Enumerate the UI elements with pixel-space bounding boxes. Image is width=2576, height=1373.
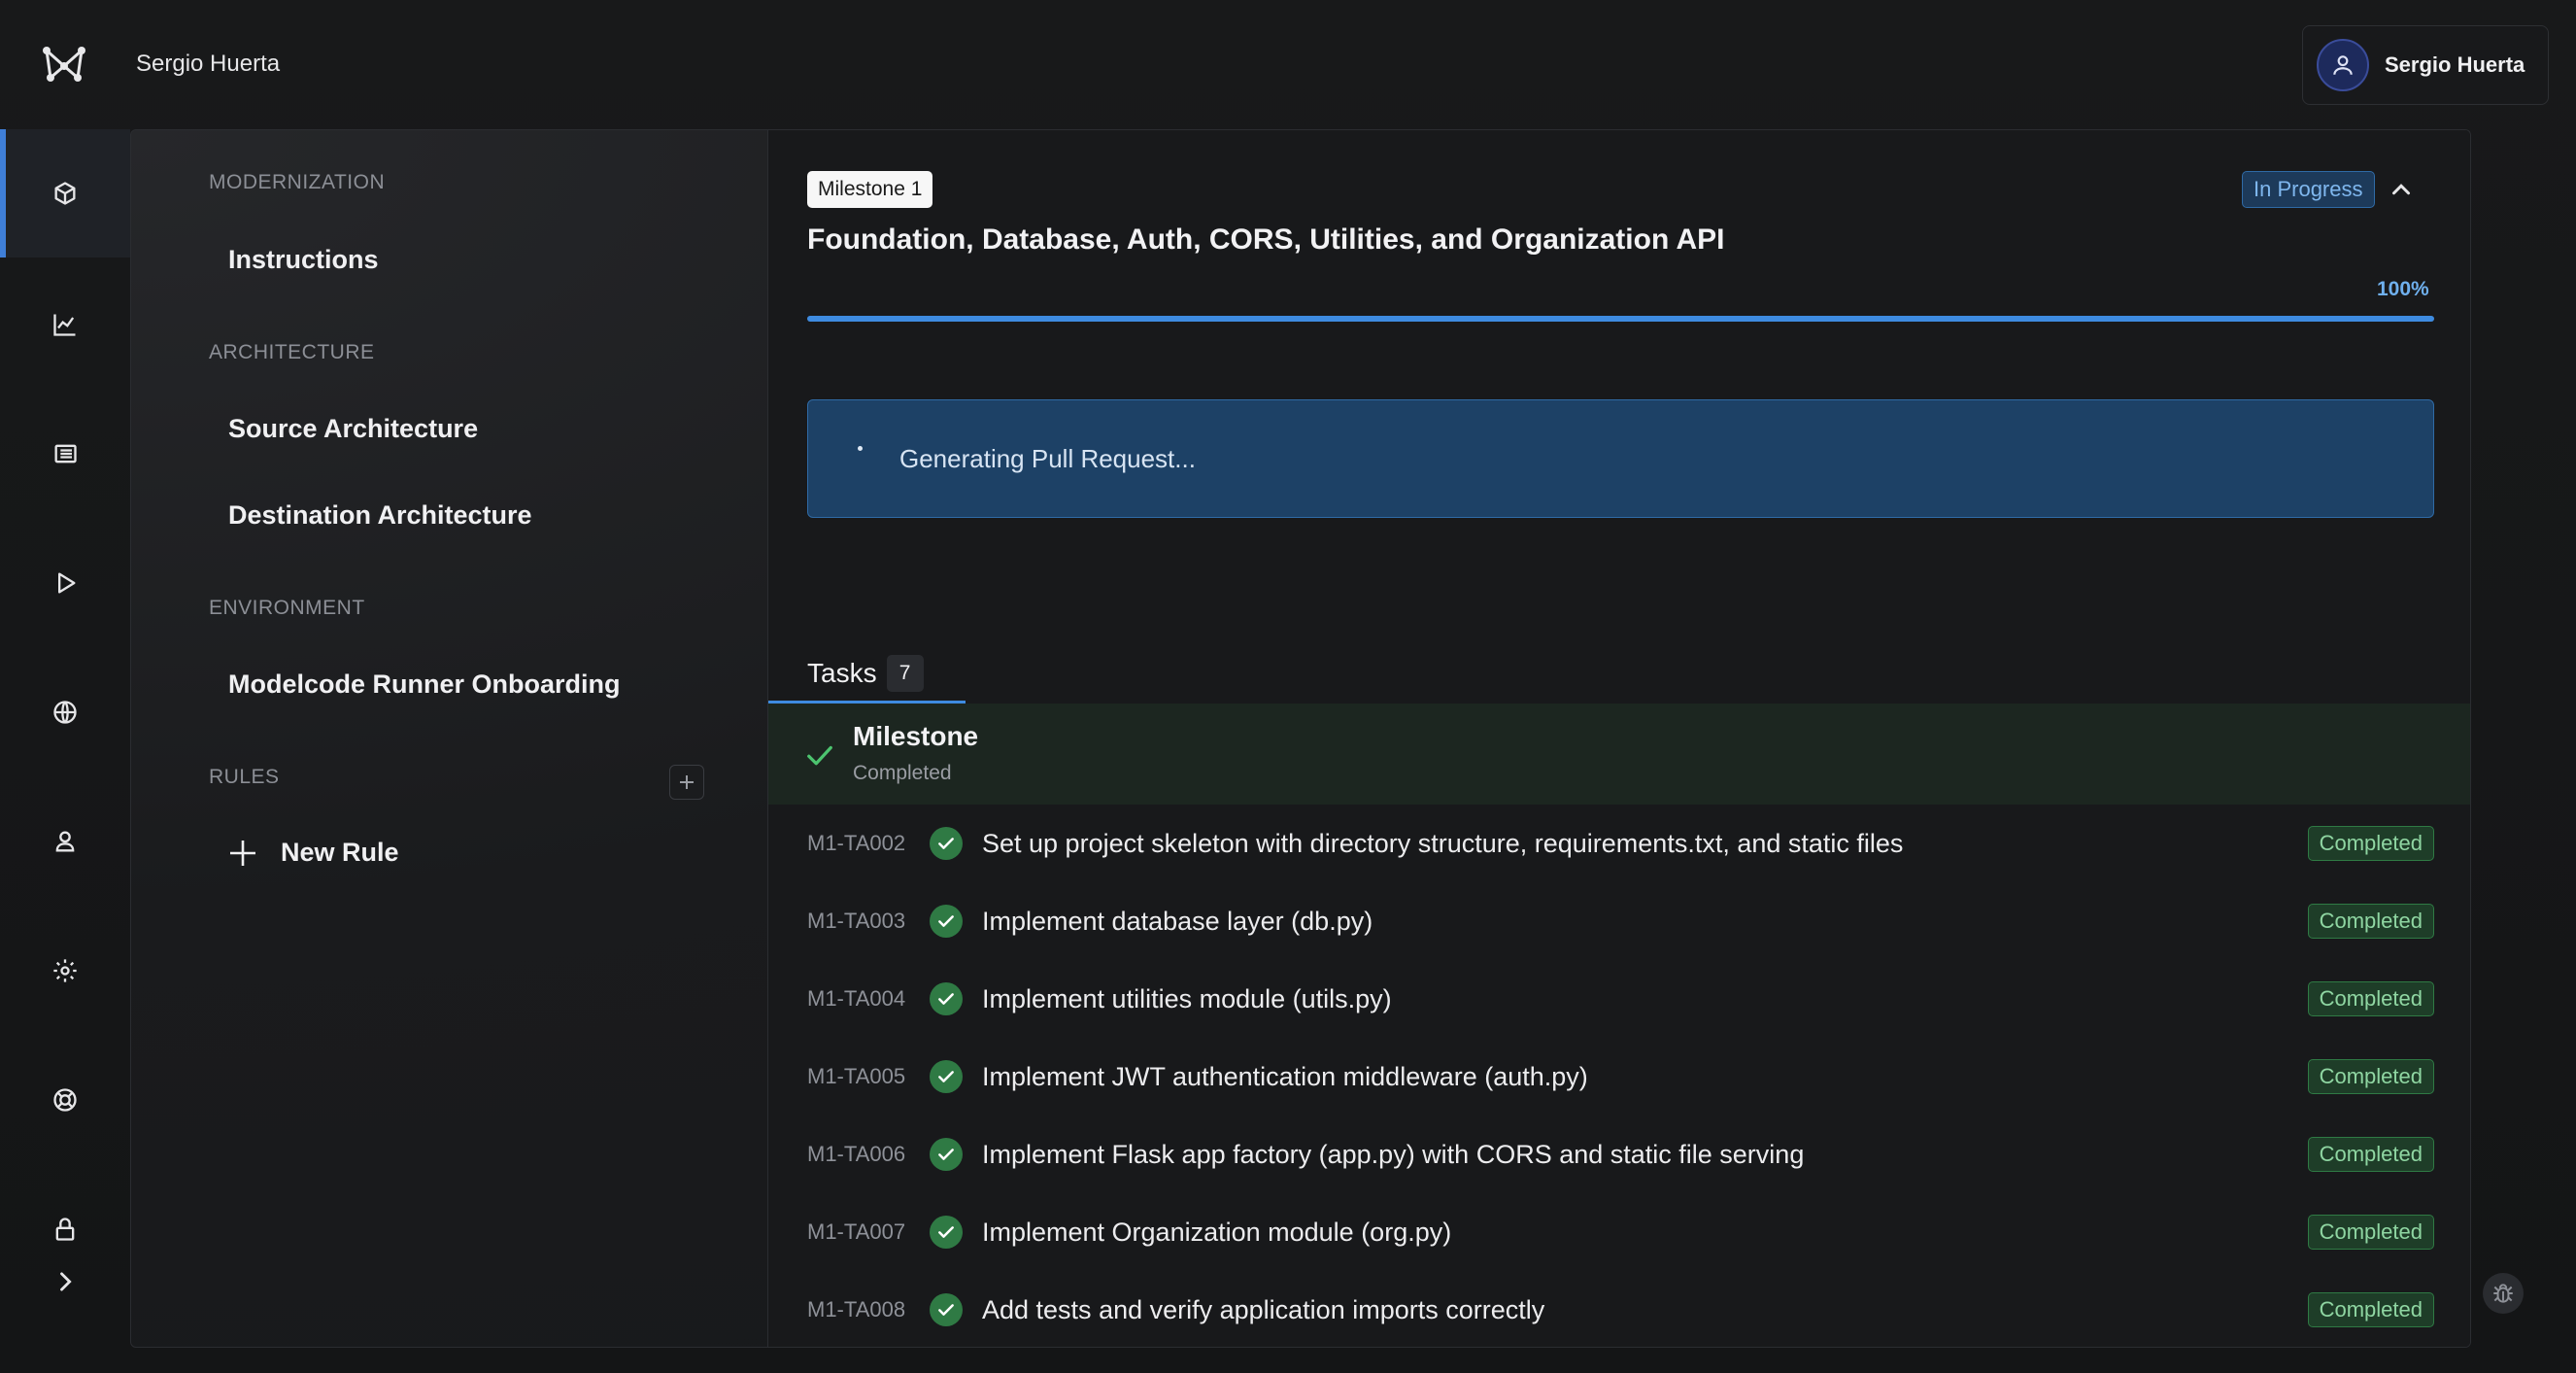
task-row[interactable]: M1-TA008 Add tests and verify application… [768,1271,2470,1347]
lock-icon [55,1218,75,1241]
nav-rail [0,129,130,1373]
nav-run[interactable] [0,519,130,647]
nav-environments[interactable] [0,648,130,776]
bug-report-button[interactable] [2483,1273,2524,1314]
check-circle-icon [930,1138,963,1171]
list-icon [54,444,77,463]
secondary-sidebar: MODERNIZATION Instructions ARCHITECTURE … [131,130,767,1347]
task-title: Implement utilities module (utils.py) [982,983,1392,1013]
plus-icon [230,840,255,866]
users-icon [55,831,75,852]
progress-bar [807,316,2434,322]
avatar [2317,39,2369,91]
plus-icon [680,775,694,789]
tab-tasks[interactable]: Tasks 7 [768,645,966,704]
status-badge: In Progress [2242,171,2375,208]
user-menu-button[interactable]: Sergio Huerta [2302,25,2549,105]
task-id: M1-TA004 [807,986,906,1011]
globe-icon [53,701,77,724]
app-root: Sergio Huerta Sergio Huerta MODERNIZATIO… [0,0,2576,1373]
user-name: Sergio Huerta [2385,52,2525,77]
logo-icon[interactable] [41,43,87,86]
status-badge: Completed [2307,1292,2434,1327]
sidebar-item-destination-architecture[interactable]: Destination Architecture [228,500,532,531]
nav-analytics[interactable] [0,260,130,389]
task-row[interactable]: M1-TA005 Implement JWT authentication mid… [768,1038,2470,1116]
task-id: M1-TA003 [807,909,906,933]
status-badge: Completed [2307,904,2434,939]
section-modernization: MODERNIZATION [209,171,386,193]
section-architecture: ARCHITECTURE [209,341,375,363]
check-circle-icon [930,905,963,938]
task-title: Implement JWT authentication middleware … [982,1061,1588,1091]
sidebar-item-source-architecture[interactable]: Source Architecture [228,414,478,444]
task-title: Add tests and verify application imports… [982,1294,1545,1324]
new-rule-label: New Rule [281,838,399,867]
status-badge: Completed [2307,981,2434,1016]
milestone-badge: Milestone 1 [807,171,933,208]
chevron-up-icon[interactable] [2387,175,2416,204]
sidebar-item-runner-onboarding[interactable]: Modelcode Runner Onboarding [228,669,621,700]
check-icon [807,745,832,766]
check-circle-icon [930,827,963,860]
main-frame: MODERNIZATION Instructions ARCHITECTURE … [130,129,2471,1348]
sidebar-item-instructions[interactable]: Instructions [228,245,379,275]
task-row[interactable]: M1-TA003 Implement database layer (db.py)… [768,882,2470,960]
nav-team[interactable] [0,777,130,906]
status-badge: Completed [2307,1215,2434,1250]
task-count-badge: 7 [886,654,924,692]
check-circle-icon [930,1293,963,1326]
nav-modernization[interactable] [0,129,130,257]
add-rule-button[interactable] [669,765,704,800]
box-icon [54,182,76,205]
progress-label: 100% [2377,278,2429,300]
play-icon [58,572,76,594]
milestone-row-status: Completed [853,762,952,784]
check-circle-icon [930,1216,963,1249]
org-name: Sergio Huerta [136,51,281,77]
task-id: M1-TA002 [807,831,906,855]
tab-label: Tasks [807,657,877,688]
task-id: M1-TA007 [807,1219,906,1244]
spinner-icon [858,446,863,451]
bug-icon [2493,1284,2513,1303]
chart-icon [53,314,76,336]
pr-status-text: Generating Pull Request... [899,444,1196,473]
nav-documents[interactable] [0,390,130,518]
nav-settings[interactable] [0,907,130,1035]
status-badge: Completed [2307,1059,2434,1094]
lifebuoy-icon [53,1088,77,1112]
status-badge: Completed [2307,1137,2434,1172]
task-id: M1-TA005 [807,1064,906,1088]
task-row[interactable]: M1-TA007 Implement Organization module (o… [768,1193,2470,1271]
task-title: Implement Flask app factory (app.py) wit… [982,1139,1805,1169]
task-id: M1-TA006 [807,1142,906,1166]
task-id: M1-TA008 [807,1297,906,1322]
task-title: Set up project skeleton with directory s… [982,828,1904,858]
task-row[interactable]: M1-TA004 Implement utilities module (util… [768,960,2470,1038]
check-circle-icon [930,1060,963,1093]
nav-support[interactable] [0,1036,130,1164]
milestone-title: Foundation, Database, Auth, CORS, Utilit… [807,223,1725,256]
task-title: Implement Organization module (org.py) [982,1217,1452,1247]
check-circle-icon [930,982,963,1015]
tabs: Tasks 7 [768,645,2470,704]
task-row[interactable]: M1-TA006 Implement Flask app factory (app… [768,1116,2470,1193]
task-title: Implement database layer (db.py) [982,906,1373,936]
user-icon [2333,55,2353,75]
expand-sidebar-button[interactable] [0,1243,130,1321]
milestone-summary-row[interactable]: Milestone Completed [768,704,2470,805]
milestone-row-title: Milestone [853,721,979,751]
task-row[interactable]: M1-TA002 Set up project skeleton with dir… [768,805,2470,882]
section-rules: RULES [209,766,280,788]
status-badge: Completed [2307,826,2434,861]
top-bar: Sergio Huerta Sergio Huerta [0,0,2576,129]
new-rule-link[interactable]: New Rule [228,838,399,868]
pr-status-banner: Generating Pull Request... [807,399,2434,518]
chevron-right-icon [60,1272,72,1291]
gear-icon [53,959,77,982]
section-environment: ENVIRONMENT [209,597,365,619]
milestone-panel: Milestone 1 In Progress Foundation, Data… [767,130,2470,1347]
progress-fill [807,316,2434,322]
